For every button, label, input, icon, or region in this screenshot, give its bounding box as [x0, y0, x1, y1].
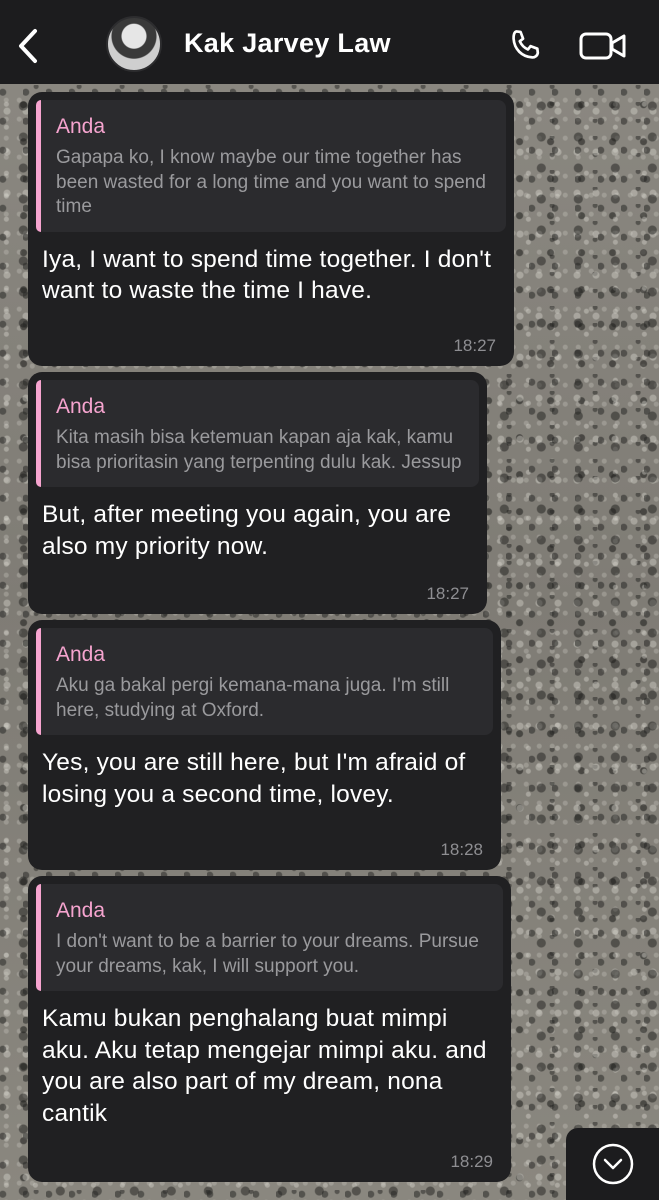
quote-author: Anda	[56, 899, 106, 922]
message-bubble[interactable]: Anda Kita masih bisa ketemuan kapan aja …	[28, 372, 487, 614]
message-text: But, after meeting you again, you are al…	[42, 501, 452, 560]
video-camera-icon	[579, 32, 626, 60]
message-bubble[interactable]: Anda Aku ga bakal pergi kemana-mana juga…	[28, 620, 501, 870]
quote-text: Aku ga bakal pergi kemana-mana juga. I'm…	[56, 675, 450, 721]
chevron-down-circle-icon	[592, 1143, 633, 1185]
message-text: Iya, I want to spend time together. I do…	[42, 245, 492, 305]
quote-author: Anda	[56, 643, 106, 666]
message-timestamp: 18:27	[453, 336, 496, 355]
message-bubble[interactable]: Anda I don't want to be a barrier to you…	[28, 876, 511, 1182]
message-bubble[interactable]: Anda Gapapa ko, I know maybe our time to…	[28, 92, 514, 366]
message-text: Yes, you are still here, but I'm afraid …	[42, 749, 466, 808]
contact-avatar[interactable]	[106, 16, 162, 72]
scroll-to-bottom-button[interactable]	[566, 1128, 659, 1200]
message-timestamp: 18:28	[440, 840, 483, 859]
quote-author: Anda	[56, 395, 106, 418]
voice-call-button[interactable]	[503, 24, 547, 68]
quoted-message[interactable]: Anda Gapapa ko, I know maybe our time to…	[36, 100, 506, 232]
phone-icon	[512, 30, 540, 59]
quote-text: Kita masih bisa ketemuan kapan aja kak, …	[56, 427, 462, 473]
video-call-button[interactable]	[576, 26, 630, 66]
message-text: Kamu bukan penghalang buat mimpi aku. Ak…	[42, 1005, 487, 1127]
quote-text: I don't want to be a barrier to your dre…	[56, 931, 479, 977]
message-timestamp: 18:29	[450, 1152, 493, 1171]
chat-header: Kak Jarvey Law	[0, 0, 659, 84]
quote-author: Anda	[56, 115, 106, 138]
quoted-message[interactable]: Anda I don't want to be a barrier to you…	[36, 884, 503, 991]
message-timestamp: 18:27	[426, 584, 469, 603]
quote-text: Gapapa ko, I know maybe our time togethe…	[56, 147, 486, 217]
contact-name[interactable]: Kak Jarvey Law	[184, 28, 391, 59]
quoted-message[interactable]: Anda Kita masih bisa ketemuan kapan aja …	[36, 380, 479, 487]
back-button[interactable]	[10, 24, 46, 68]
quoted-message[interactable]: Anda Aku ga bakal pergi kemana-mana juga…	[36, 628, 493, 735]
chevron-left-icon	[19, 29, 37, 63]
